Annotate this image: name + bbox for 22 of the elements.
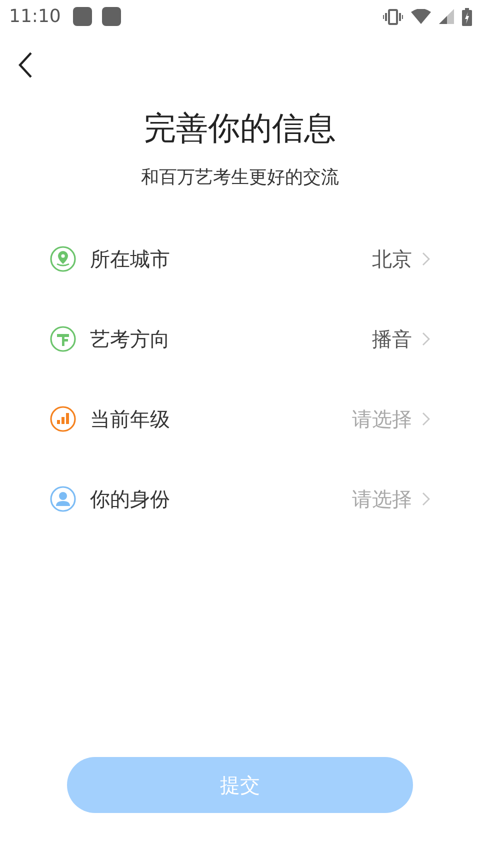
row-placeholder: 请选择 bbox=[352, 406, 412, 432]
row-value: 北京 bbox=[372, 246, 412, 272]
row-label: 艺考方向 bbox=[90, 326, 170, 352]
row-label: 你的身份 bbox=[90, 486, 170, 512]
notification-icon bbox=[102, 7, 121, 26]
row-label: 当前年级 bbox=[90, 406, 170, 432]
notification-icon bbox=[72, 7, 92, 26]
signal-icon bbox=[439, 9, 454, 24]
chevron-icon bbox=[422, 332, 430, 346]
status-time: 11:10 bbox=[9, 6, 61, 27]
row-value: 播音 bbox=[372, 326, 412, 352]
wifi-icon bbox=[411, 9, 431, 24]
row-label: 所在城市 bbox=[90, 246, 170, 272]
chevron-icon bbox=[422, 492, 430, 506]
back-icon[interactable] bbox=[17, 51, 33, 79]
vibrate-icon bbox=[383, 8, 403, 24]
battery-icon bbox=[462, 8, 472, 26]
page-title: 完善你的信息 bbox=[144, 108, 336, 149]
row-placeholder: 请选择 bbox=[352, 486, 412, 512]
chevron-icon bbox=[422, 412, 430, 426]
page-subtitle: 和百万艺考生更好的交流 bbox=[141, 166, 339, 189]
chevron-icon bbox=[422, 252, 430, 266]
